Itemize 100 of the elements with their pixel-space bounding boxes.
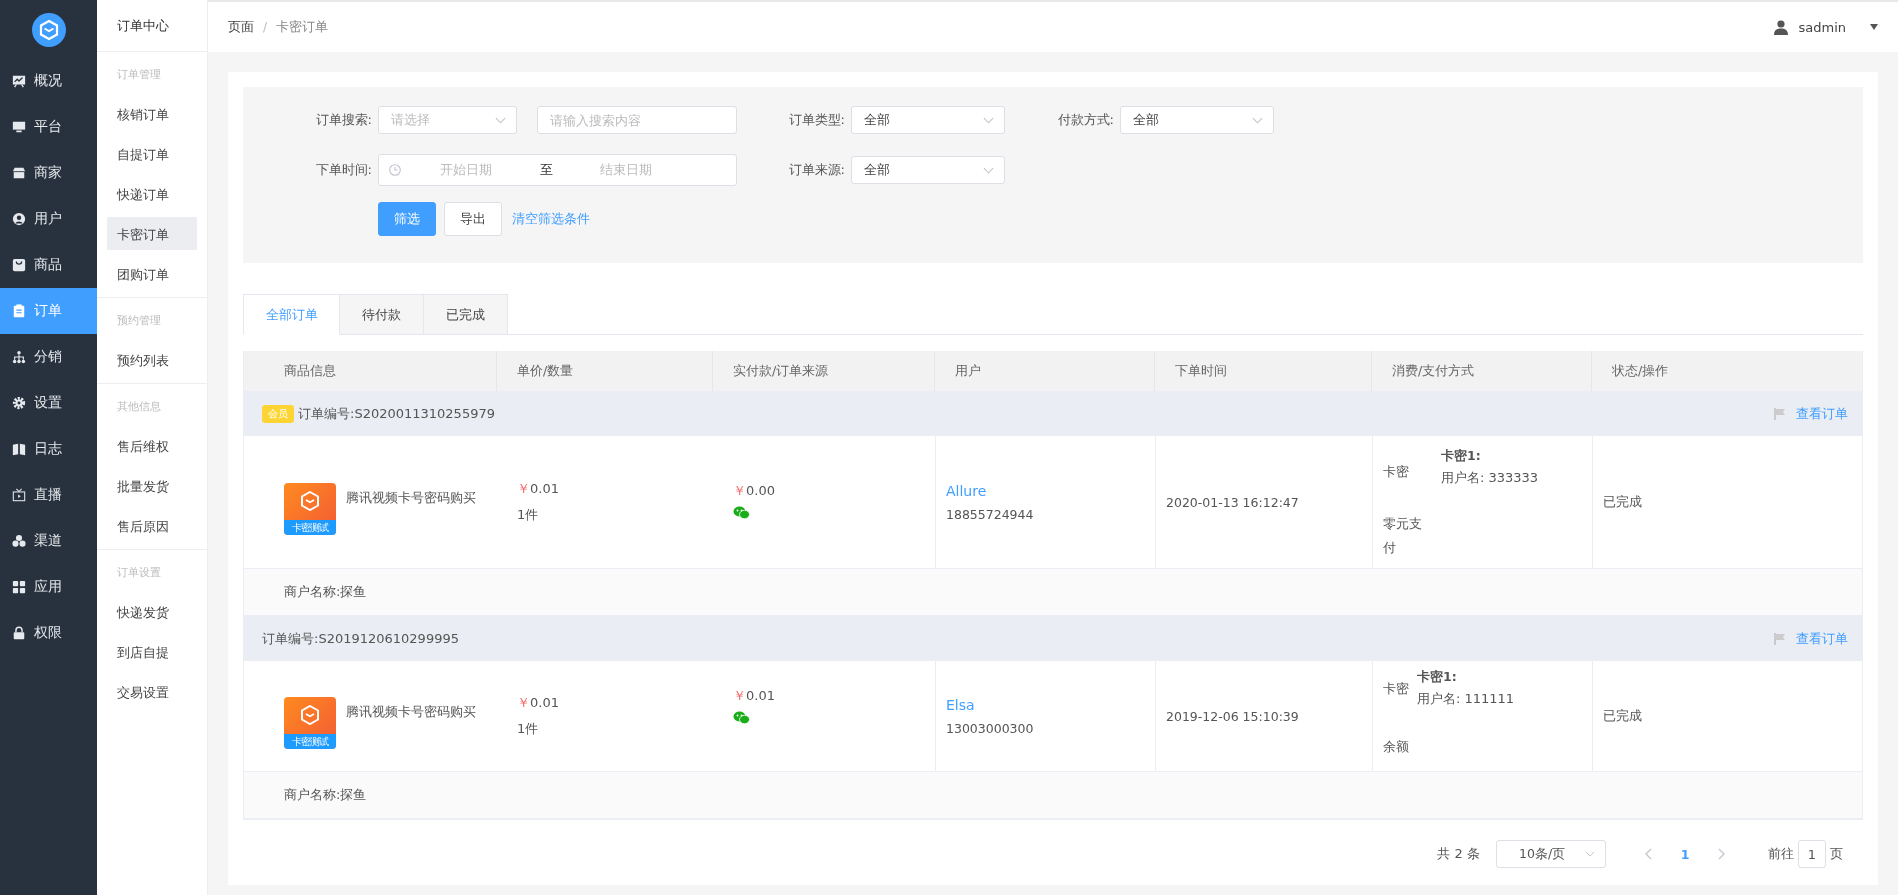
order-number: 订单编号:S2020011310255979	[298, 404, 495, 423]
page-suffix: 页	[1830, 845, 1843, 863]
sidebar-item[interactable]: 应用	[0, 564, 97, 610]
paid-amount: ￥0.01	[733, 687, 776, 705]
phone-number: 13003000300	[946, 720, 1035, 736]
menu-group-heading: 订单设置	[116, 565, 162, 581]
wechat-icon	[733, 506, 750, 519]
search-field[interactable]: 请输入搜索内容	[537, 106, 737, 134]
sidebar-item[interactable]: 商家	[0, 150, 97, 196]
tab[interactable]: 已完成	[424, 294, 508, 335]
sidebar-item[interactable]: 用户	[0, 196, 97, 242]
goto-label: 前往	[1768, 845, 1794, 863]
chevron-down-icon	[495, 116, 506, 124]
product-name: 腾讯视频卡号密码购买	[346, 703, 476, 721]
grid-icon	[12, 580, 26, 594]
total-count: 共 2 条	[1437, 845, 1480, 863]
phone-number: 18855724944	[946, 506, 1035, 522]
hierarchy-icon	[12, 350, 26, 364]
user-name[interactable]: sadmin	[1798, 19, 1846, 35]
store-icon	[12, 166, 26, 180]
export-button[interactable]: 导出	[444, 202, 502, 236]
field-label: 付款方式:	[1056, 111, 1115, 129]
lock-icon	[12, 626, 26, 640]
member-badge: 会员	[262, 404, 294, 423]
page-size-select[interactable]: 10条/页	[1496, 840, 1606, 868]
flag-icon	[1774, 632, 1786, 645]
bag-icon	[12, 258, 26, 272]
field-label: 订单搜索:	[314, 111, 373, 129]
order-time: 2020-01-13 16:12:47	[1166, 494, 1300, 510]
menu-item[interactable]: 批量发货	[107, 469, 197, 502]
menu-item[interactable]: 售后维权	[107, 429, 197, 462]
payment-method: 零元支付	[1383, 515, 1423, 557]
tab[interactable]: 待付款	[340, 294, 424, 335]
menu-title: 订单中心	[97, 0, 207, 52]
select-field[interactable]: 全部	[851, 106, 1005, 134]
payment-method: 余额	[1383, 738, 1410, 756]
merchant-name: 商户名称:探鱼	[244, 772, 1862, 819]
menu-item[interactable]: 到店自提	[107, 635, 197, 668]
menu-item[interactable]: 预约列表	[107, 343, 197, 376]
order-status: 已完成	[1603, 493, 1643, 511]
logo-icon	[31, 13, 66, 47]
menu-item[interactable]: 交易设置	[107, 675, 197, 708]
user-circle-icon	[12, 212, 26, 226]
chevron-right-icon	[1718, 848, 1726, 860]
sidebar-item[interactable]: 日志	[0, 426, 97, 472]
menu-item[interactable]: 自提订单	[107, 137, 197, 170]
order-time: 2019-12-06 15:10:39	[1166, 708, 1300, 724]
chevron-down-icon	[1252, 116, 1263, 124]
book-icon	[12, 442, 26, 456]
flag-icon	[1774, 407, 1786, 420]
chevron-down-icon	[1585, 851, 1595, 857]
tv-icon	[12, 488, 26, 502]
hexagon-logo-icon	[300, 705, 320, 725]
consume-type: 卡密	[1383, 463, 1410, 481]
menu-item[interactable]: 核销订单	[107, 97, 197, 130]
menu-group-heading: 其他信息	[116, 399, 162, 415]
wechat-icon	[733, 711, 750, 724]
menu-item[interactable]: 快递发货	[107, 595, 197, 628]
order-number: 订单编号:S2019120610299995	[262, 629, 459, 648]
page-input[interactable]: 1	[1798, 840, 1826, 868]
clock-icon	[389, 164, 401, 176]
field-label: 下单时间:	[314, 161, 373, 179]
sidebar-item[interactable]: 权限	[0, 610, 97, 656]
menu-item[interactable]: 卡密订单	[107, 217, 197, 250]
date-range-field[interactable]: 开始日期 至 结束日期	[378, 154, 737, 186]
sidebar-item[interactable]: 商品	[0, 242, 97, 288]
menu-item[interactable]: 快递订单	[107, 177, 197, 210]
merchant-name: 商户名称:探鱼	[244, 569, 1862, 616]
card-key-title: 卡密1:	[1441, 448, 1482, 465]
circles-icon	[12, 534, 26, 548]
sidebar-item[interactable]: 直播	[0, 472, 97, 518]
user-icon	[1774, 19, 1789, 35]
select-field[interactable]: 全部	[1120, 106, 1274, 134]
menu-item[interactable]: 团购订单	[107, 257, 197, 290]
sidebar-item[interactable]: 概况	[0, 58, 97, 104]
paid-amount: ￥0.00	[733, 482, 776, 500]
card-key-title: 卡密1:	[1417, 669, 1458, 686]
thumbnail-caption: 卡密测试	[284, 520, 336, 535]
sidebar-item[interactable]: 平台	[0, 104, 97, 150]
field-label: 订单类型:	[787, 111, 846, 129]
breadcrumb-item: 卡密订单	[276, 18, 329, 36]
quantity: 1件	[517, 506, 540, 524]
card-key-username: 用户名: 333333	[1441, 469, 1539, 487]
product-name: 腾讯视频卡号密码购买	[346, 489, 476, 507]
chart-icon	[12, 74, 26, 88]
sidebar-item[interactable]: 分销	[0, 334, 97, 380]
select-field[interactable]: 全部	[851, 156, 1005, 184]
menu-item[interactable]: 售后原因	[107, 509, 197, 542]
breadcrumb-item[interactable]: 页面	[228, 18, 254, 36]
card-key-username: 用户名: 111111	[1417, 690, 1515, 708]
menu-group-heading: 订单管理	[116, 67, 162, 83]
menu-group-heading: 预约管理	[116, 313, 162, 329]
sidebar-item[interactable]: 渠道	[0, 518, 97, 564]
column-header: 状态/操作	[1611, 361, 1670, 380]
hexagon-logo-icon	[300, 491, 320, 511]
chevron-left-icon	[1644, 848, 1652, 860]
settings-icon	[12, 396, 26, 410]
sidebar-item[interactable]: 设置	[0, 380, 97, 426]
field-label: 订单来源:	[787, 161, 846, 179]
unit-price: ￥0.01	[517, 480, 560, 498]
